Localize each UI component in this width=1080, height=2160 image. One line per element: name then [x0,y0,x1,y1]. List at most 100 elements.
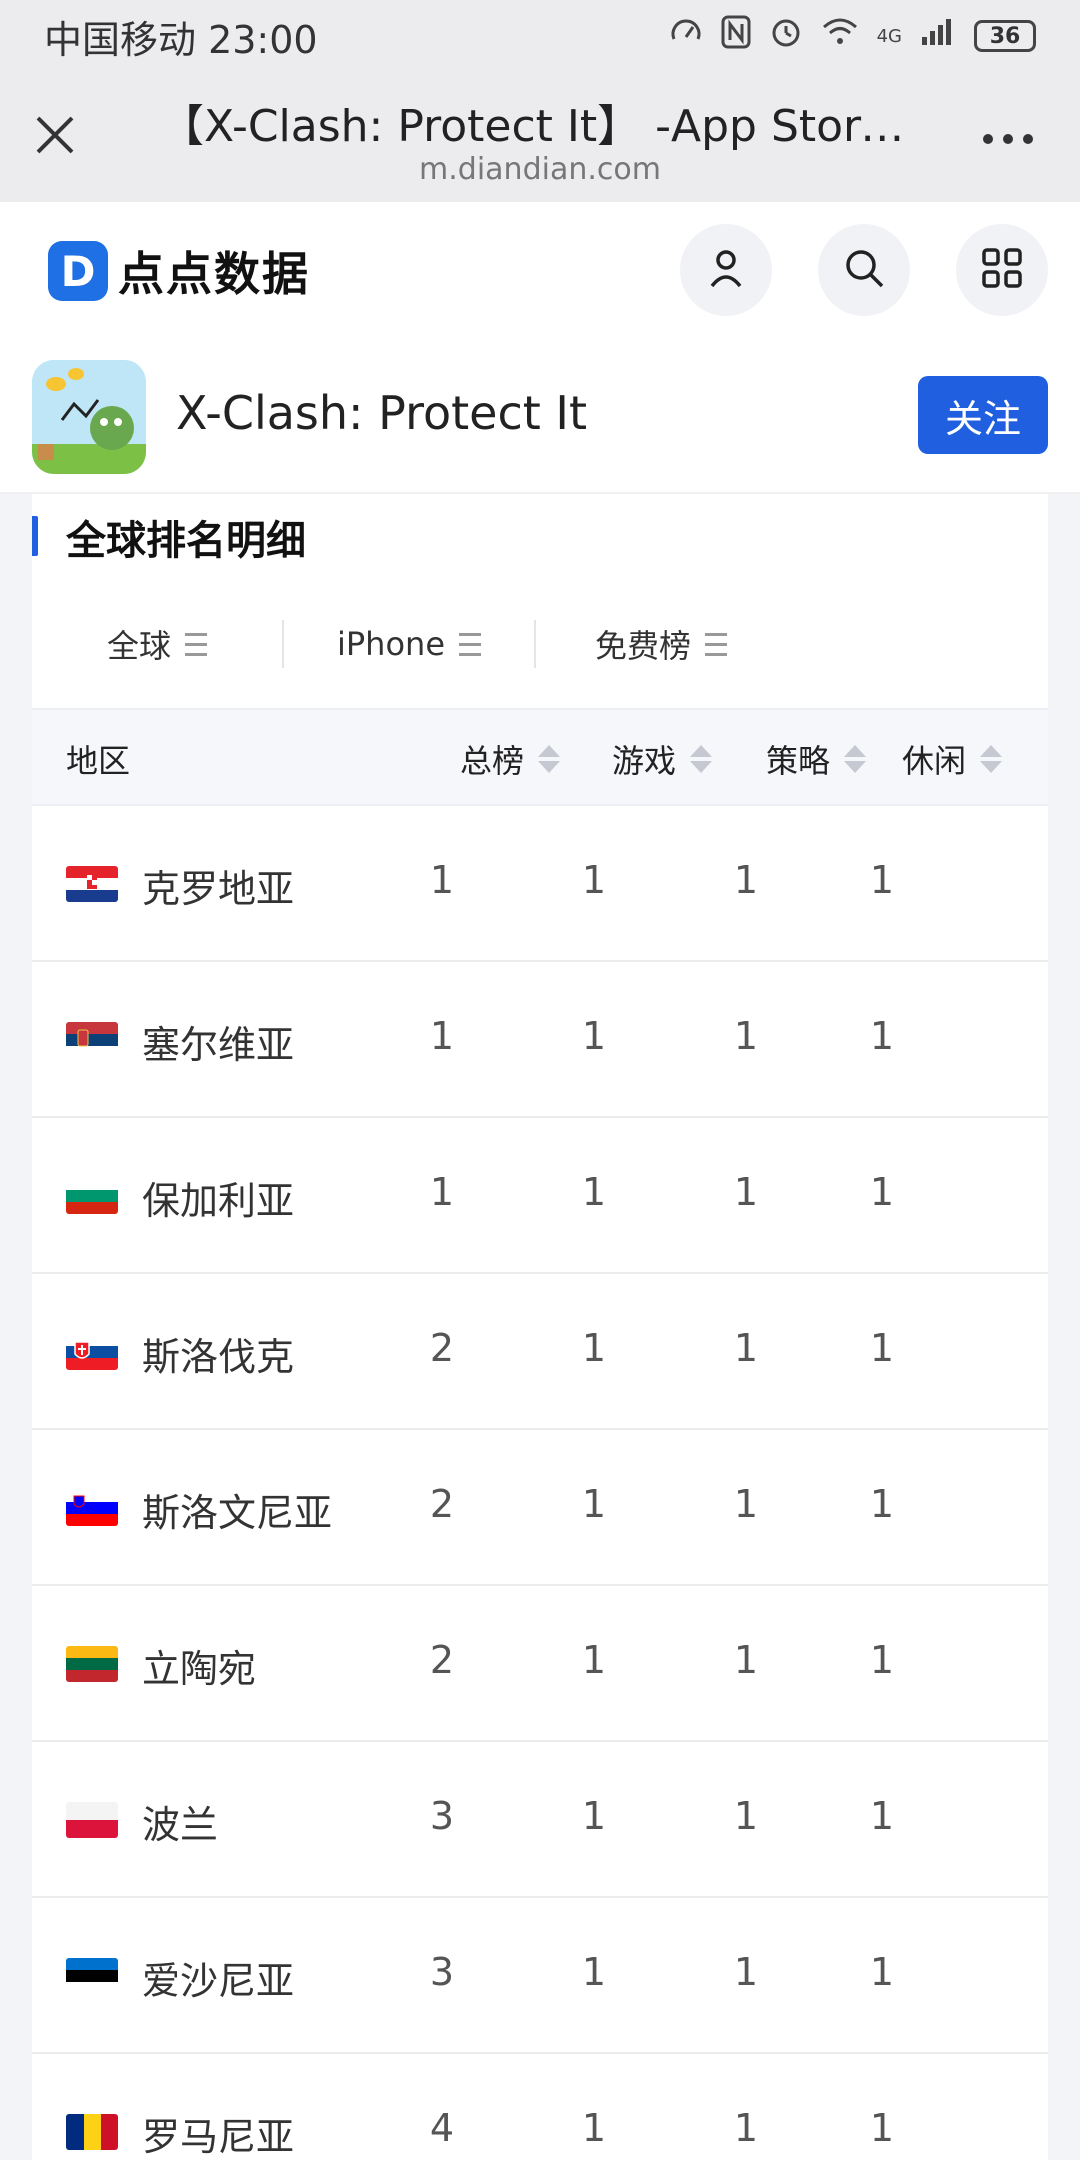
status-bar: 中国移动 23:00 4G 36 [0,0,1080,72]
section-accent-bar [32,516,38,556]
rank-strategy: 1 [733,1638,759,1682]
rank-casual: 1 [869,1794,895,1838]
signal-icon [920,17,956,55]
follow-button[interactable]: 关注 [918,376,1048,454]
rank-games: 1 [581,858,607,902]
rank-games: 1 [581,1170,607,1214]
filter-region[interactable]: 全球 [32,619,282,669]
logo-mark-icon: D [48,241,108,301]
region-name: 保加利亚 [142,1179,295,1223]
croatia-flag-icon [66,866,118,902]
rank-overall: 2 [429,1326,455,1370]
site-logo[interactable]: D 点点数据 [48,238,310,304]
rank-strategy: 1 [733,1326,759,1370]
rank-strategy: 1 [733,1170,759,1214]
more-icon[interactable] [980,112,1036,152]
rank-casual: 1 [869,1326,895,1370]
search-icon [842,246,886,294]
table-row[interactable]: 克罗地亚 1 1 1 1 [32,806,1048,962]
header-overall[interactable]: 总榜 [460,710,561,808]
rank-strategy: 1 [733,858,759,902]
rank-games: 1 [581,2106,607,2150]
app-name: X-Clash: Protect It [176,386,588,440]
page-url: m.diandian.com [419,152,661,187]
filter-device[interactable]: iPhone [284,619,534,669]
rank-games: 1 [581,1950,607,1994]
rank-overall: 2 [429,1638,455,1682]
alarm-icon [769,15,803,57]
rank-overall: 1 [429,1170,455,1214]
rank-casual: 1 [869,1170,895,1214]
table-row[interactable]: 立陶宛 2 1 1 1 [32,1586,1048,1742]
region-name: 爱沙尼亚 [142,1959,295,2003]
sort-icon[interactable] [538,745,561,773]
table-row[interactable]: 波兰 3 1 1 1 [32,1742,1048,1898]
user-icon [704,246,748,294]
ranking-card: 全球排名明细 全球 iPhone 免费榜 地区 总榜 游戏 策略 休闲 克罗地亚… [32,494,1048,2160]
table-row[interactable]: 斯洛文尼亚 2 1 1 1 [32,1430,1048,1586]
logo-text: 点点数据 [118,247,310,301]
slovenia-flag-icon [66,1490,118,1526]
romania-flag-icon [66,2114,118,2150]
rank-overall: 1 [429,1014,455,1058]
battery-icon: 36 [974,20,1036,52]
status-right: 4G 36 [669,15,1036,57]
menu-icon [705,632,727,656]
table-row[interactable]: 塞尔维亚 1 1 1 1 [32,962,1048,1118]
header-casual[interactable]: 休闲 [902,710,1003,808]
rank-games: 1 [581,1482,607,1526]
rank-casual: 1 [869,858,895,902]
header-overall-label: 总榜 [460,742,525,780]
user-button[interactable] [680,224,772,316]
rank-strategy: 1 [733,1014,759,1058]
table-row[interactable]: 斯洛伐克 2 1 1 1 [32,1274,1048,1430]
search-button[interactable] [818,224,910,316]
rank-overall: 3 [429,1794,455,1838]
page-title: 【X-Clash: Protect It】 -App Store… [160,101,920,152]
estonia-flag-icon [66,1958,118,1994]
filter-chart-type[interactable]: 免费榜 [536,619,786,669]
sort-icon[interactable] [980,745,1003,773]
nfc-icon [721,15,751,57]
header-region: 地区 [66,710,130,808]
bulgaria-flag-icon [66,1178,118,1214]
rank-casual: 1 [869,1638,895,1682]
grid-icon [980,246,1024,294]
table-row[interactable]: 爱沙尼亚 3 1 1 1 [32,1898,1048,2054]
region-name: 塞尔维亚 [142,1023,295,1067]
rank-overall: 1 [429,858,455,902]
wifi-icon [821,17,859,55]
table-row[interactable]: 保加利亚 1 1 1 1 [32,1118,1048,1274]
menu-icon [185,632,207,656]
app-row: X-Clash: Protect It 关注 [0,338,1080,494]
poland-flag-icon [66,1802,118,1838]
rank-casual: 1 [869,1950,895,1994]
rank-strategy: 1 [733,1794,759,1838]
rank-casual: 1 [869,2106,895,2150]
serbia-flag-icon [66,1022,118,1058]
header-games-label: 游戏 [612,742,677,780]
header-region-label: 地区 [66,742,131,780]
menu-icon [459,632,481,656]
rank-games: 1 [581,1638,607,1682]
rank-overall: 3 [429,1950,455,1994]
region-name: 立陶宛 [142,1647,257,1691]
sort-icon[interactable] [690,745,713,773]
rank-games: 1 [581,1794,607,1838]
table-row[interactable]: 罗马尼亚 4 1 1 1 [32,2054,1048,2160]
header-strategy[interactable]: 策略 [766,710,867,808]
menu-grid-button[interactable] [956,224,1048,316]
site-header: D 点点数据 [0,202,1080,338]
section-title: 全球排名明细 [66,518,306,564]
header-strategy-label: 策略 [766,742,831,780]
header-games[interactable]: 游戏 [612,710,713,808]
slovakia-flag-icon [66,1334,118,1370]
sort-icon[interactable] [844,745,867,773]
browser-bar: 【X-Clash: Protect It】 -App Store… m.dian… [0,72,1080,202]
app-icon [32,360,146,474]
rank-strategy: 1 [733,1482,759,1526]
region-name: 斯洛文尼亚 [142,1491,333,1535]
speed-icon [669,15,703,57]
filter-chart-type-label: 免费榜 [594,627,691,665]
header-casual-label: 休闲 [902,742,967,780]
